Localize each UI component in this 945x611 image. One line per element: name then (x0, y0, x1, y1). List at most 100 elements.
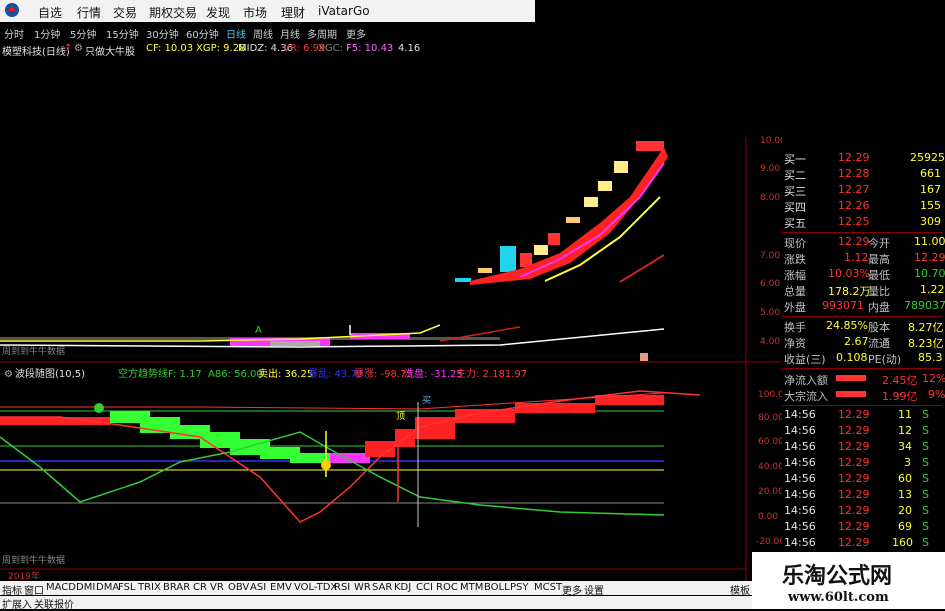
up-arrow-icon: ↑ (64, 43, 73, 54)
svg-text:9.00: 9.00 (760, 164, 780, 174)
period-15min[interactable]: 15分钟 (106, 26, 139, 41)
tab-asi[interactable]: ASI (250, 582, 266, 593)
indicator-title[interactable]: 波段随图(10,5) (15, 367, 85, 380)
candle (478, 268, 492, 273)
quote-row: 现价 12.29 今开 11.00 (784, 235, 945, 250)
menu-item-ivatargo[interactable]: iVatarGo (318, 4, 370, 18)
tab-psy[interactable]: PSY (510, 582, 529, 593)
indicator-xgc: XGC: - (318, 43, 350, 54)
gear-icon[interactable]: ⚙ (74, 43, 83, 54)
tick-row: 14:56 12.29 3 S (784, 456, 929, 469)
menu-item-discover[interactable]: 发现 (206, 4, 230, 21)
indicator-legend: 空方趋势线F: 1.17 A86: 56.00 卖出: 36.25 暴乱: 43… (118, 367, 527, 380)
tab-wr[interactable]: WR (354, 582, 371, 593)
watermark-title: 乐淘公式网 (782, 563, 893, 589)
tab-obv[interactable]: OBV (228, 582, 249, 593)
tab-sar[interactable]: SAR (372, 582, 392, 593)
tab-dma[interactable]: DMA (96, 582, 119, 593)
buy-marker-icon[interactable] (321, 460, 331, 470)
candle (548, 233, 560, 245)
period-weekly[interactable]: 周线 (253, 26, 273, 41)
period-multi[interactable]: 多周期 (307, 26, 337, 41)
order-book-row: 买四 12.26 155 (784, 199, 941, 214)
candle (566, 217, 580, 223)
menu-item-markets[interactable]: 市场 (243, 4, 267, 21)
menu-item-watchlist[interactable]: 自选 (38, 4, 62, 21)
strategy-name: 只做大牛股 (85, 47, 135, 58)
svg-text:主力: 2.181.97: 主力: 2.181.97 (456, 367, 527, 380)
svg-text:-20.00: -20.00 (756, 537, 782, 547)
tab-fsl[interactable]: FSL (118, 582, 136, 593)
chart-area[interactable]: A 周到到牛牛数据 10.00 9.00 8.00 7.00 6.00 5.00… (0, 57, 782, 582)
tab-dmi[interactable]: DMI (76, 582, 95, 593)
tab-cci[interactable]: CCI (416, 582, 433, 593)
top-marker-label: 顶 (396, 411, 405, 422)
buy-label: 买 (422, 395, 431, 406)
tab-window[interactable]: 窗口 (24, 582, 44, 597)
tab-boll[interactable]: BOLL (484, 582, 510, 593)
candle (636, 141, 664, 151)
period-daily[interactable]: 日线 (226, 26, 246, 41)
menu-item-finance[interactable]: 理财 (281, 4, 305, 21)
period-1min[interactable]: 1分钟 (34, 26, 60, 41)
tab-mtm[interactable]: MTM (460, 582, 483, 593)
magenta-block (330, 453, 370, 463)
order-book-row: 买二 12.28 661 (784, 167, 941, 182)
tab-emv[interactable]: EMV (270, 582, 292, 593)
tab-rsi[interactable]: RSI (334, 582, 350, 593)
tab-vol-tdx[interactable]: VOL-TDX (294, 582, 337, 593)
quote-row: 总量 178.2万 量比 1.22 (784, 283, 945, 298)
watermark-url: www.60lt.com (788, 590, 889, 605)
tab-kdj[interactable]: KDJ (394, 582, 411, 593)
period-60min[interactable]: 60分钟 (186, 26, 219, 41)
menu-item-options[interactable]: 期权交易 (149, 4, 197, 21)
indicator-extra: 4.16 (398, 43, 421, 54)
tab-vr[interactable]: VR (210, 582, 224, 593)
candle (520, 253, 532, 267)
tick-row: 14:56 12.29 11 S (784, 408, 929, 421)
svg-text:20.00: 20.00 (758, 487, 782, 497)
check-marker-icon[interactable] (94, 403, 104, 413)
svg-text:4.00: 4.00 (760, 337, 780, 347)
tick-row: 14:56 12.29 20 S (784, 504, 929, 517)
trend-channel (470, 147, 668, 285)
period-5min[interactable]: 5分钟 (70, 26, 96, 41)
tab-cr[interactable]: CR (193, 582, 207, 593)
green-blocks (110, 411, 330, 463)
tab-trix[interactable]: TRIX (138, 582, 161, 593)
tab-template[interactable]: 模板 (730, 582, 750, 597)
indicator-y-ticks: 100.00 80.00 60.00 40.00 20.00 0.00 -20.… (756, 390, 782, 547)
period-monthly[interactable]: 月线 (280, 26, 300, 41)
menu-item-trade[interactable]: 交易 (113, 4, 137, 21)
quote-row: 涨跌 1.12 最高 12.29 (784, 251, 945, 266)
menu-bar: 自选 行情 交易 期权交易 发现 市场 理财 iVatarGo (0, 0, 535, 22)
period-more[interactable]: 更多 (346, 26, 366, 41)
svg-text:5.00: 5.00 (760, 308, 780, 318)
svg-text:7.00: 7.00 (760, 251, 780, 261)
svg-text:A: A (255, 325, 262, 336)
quote-row: 外盘 993071 内盘 789037 (784, 299, 945, 314)
candle (534, 245, 548, 255)
gear-icon[interactable]: ⚙ (4, 369, 13, 380)
menu-item-market[interactable]: 行情 (77, 4, 101, 21)
svg-text:10.00: 10.00 (760, 136, 782, 146)
period-30min[interactable]: 30分钟 (146, 26, 179, 41)
candle (598, 181, 612, 191)
svg-text:6.00: 6.00 (760, 279, 780, 289)
tab-roc[interactable]: ROC (436, 582, 458, 593)
event-marker-icon[interactable] (640, 353, 648, 361)
stock-name[interactable]: 模塑科技(日线) (2, 43, 70, 58)
period-intraday[interactable]: 分时 (4, 26, 24, 41)
candle (584, 197, 598, 207)
svg-text:A86: 56.00: A86: 56.00 (208, 369, 263, 380)
tab-mcst[interactable]: MCST (534, 582, 562, 593)
tab-brar[interactable]: BRAR (163, 582, 190, 593)
tab-more[interactable]: 更多 (562, 582, 582, 597)
tab-macd[interactable]: MACD (46, 582, 76, 593)
tab-indicator[interactable]: 指标 (2, 582, 22, 597)
indicator-tabs: 指标 窗口 MACD DMI DMA FSL TRIX BRAR CR VR O… (0, 581, 782, 597)
svg-text:卖出: 36.25: 卖出: 36.25 (258, 367, 313, 380)
stats-row: 净资 2.67 流通 8.23亿 (784, 335, 944, 350)
quote-panel: 买一 12.29 25925 买二 12.28 661 买三 12.27 167… (782, 145, 945, 605)
tab-settings[interactable]: 设置 (584, 582, 604, 597)
